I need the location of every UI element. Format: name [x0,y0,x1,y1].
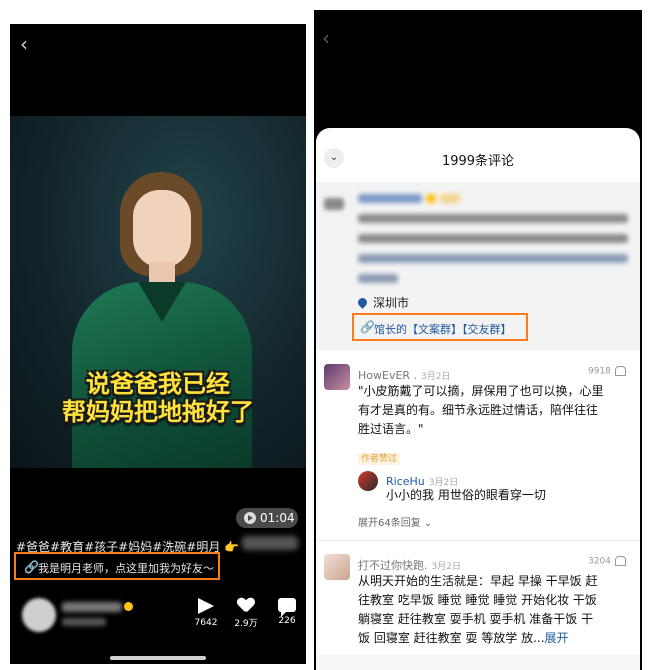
promo-link-text[interactable]: 我是明月老师，点这里加我为好友～ [38,560,214,576]
expand-replies-button[interactable]: 展开64条回复 ⌄ [358,514,432,529]
pinned-group-link[interactable]: 🔗 馆长的【文案群】【交友群】 [352,313,528,341]
author-liked-tag: 作者赞过 [358,446,401,465]
duration-text: 01:04 [260,511,295,525]
pinned-avatar-blurred[interactable] [324,198,344,210]
comment-count: 226 [278,616,296,626]
pinned-text-blurred-4 [358,274,398,283]
author-name-blurred[interactable] [62,602,122,612]
share-count: 7642 [194,618,218,628]
link-icon: 🔗 [24,560,39,574]
comment-text: "小皮筋戴了可以摘，屏保用了也可以换，心里有才是真的有。细节永远胜过情话，陪伴往… [358,384,604,436]
show-more-link[interactable]: 展开 [545,631,569,645]
comment-date: 3月2日 [431,562,461,572]
heart-outline-icon [614,366,626,376]
back-button[interactable]: ‹ [322,26,330,50]
pinned-tag-blurred [440,194,460,203]
home-indicator[interactable] [110,656,206,660]
promo-link[interactable]: 🔗 我是明月老师，点这里加我为好友～ [14,552,220,580]
comments-panel: ⌄ 1999条评论 深圳市 🔗 馆长的【文案群】【交友群】 HowEvER . 3… [316,128,640,670]
author-avatar[interactable] [22,598,56,632]
author-liked-text: 作者赞过 [358,453,401,465]
comment-date: 3月2日 [421,372,451,382]
comments-screen: ‹ ⌄ 1999条评论 深圳市 🔗 馆长的【文案群】【交友群】 HowEvER … [314,10,642,670]
chevron-down-icon: ⌄ [423,518,433,529]
comment-text: 从明天开始的生活就是：早起 早操 干早饭 赶往教室 吃早饭 睡觉 睡觉 睡觉 开… [358,572,604,648]
blurred-mention [242,536,298,550]
location-tag[interactable]: 深圳市 [356,294,410,311]
share-button[interactable]: 7642 [186,598,226,628]
verified-badge-icon [124,602,133,611]
comment-avatar[interactable] [324,554,350,580]
link-icon: 🔗 [360,320,375,334]
location-text: 深圳市 [373,296,410,310]
presenter-face [133,190,191,268]
heart-icon [238,598,254,612]
comment-button[interactable]: 226 [267,598,306,626]
pinned-link-text[interactable]: 馆长的【文案群】【交友群】 [374,321,512,337]
next-comment-preview [316,655,640,670]
like-count: 2.9万 [234,619,258,629]
like-button[interactable]: 2.9万 [226,598,266,629]
pinned-username-blurred[interactable] [358,194,422,203]
pointing-hand-emoji: 👉 [224,540,240,554]
video-caption-line2: 帮妈妈把地拖好了 [62,398,254,426]
comment-avatar[interactable] [324,364,350,390]
reply-text: 小小的我 用世俗的眼看穿一切 [386,488,546,502]
pinned-text-blurred-3 [358,254,628,263]
comment-like-button[interactable]: 9918 [588,366,626,377]
comment-like-count: 3204 [588,556,611,567]
comment-username[interactable]: 打不过你快跑. [358,559,428,572]
share-icon [198,598,214,614]
video-frame[interactable]: 说爸爸我已经 帮妈妈把地拖好了 [10,116,306,468]
comment-username[interactable]: HowEvER . [358,369,417,382]
duration-badge: 01:04 [236,508,298,528]
expand-replies-text: 展开64条回复 [358,518,421,529]
pinned-text-blurred-1 [358,214,628,223]
comment-header: HowEvER . 3月2日 [358,364,451,383]
author-subtitle-blurred [62,618,106,626]
comment-icon [278,598,296,617]
pinned-badge-blurred [426,194,436,203]
comment-like-button[interactable]: 3204 [588,556,626,567]
comment-like-count: 9918 [588,366,611,377]
comment-header: 打不过你快跑. 3月2日 [358,554,461,573]
comments-title: 1999条评论 [441,154,515,169]
pinned-comment[interactable]: 深圳市 🔗 馆长的【文案群】【交友群】 [316,182,640,350]
heart-outline-icon [614,556,626,566]
play-icon [244,512,256,524]
reply-avatar[interactable] [358,471,378,491]
pinned-text-blurred-2 [358,234,628,243]
comment-divider [316,540,640,541]
back-button[interactable]: ‹ [20,32,28,56]
location-pin-icon [356,296,369,309]
video-player-screen: ‹ 说爸爸我已经 帮妈妈把地拖好了 01:04 #爸爸#教育#孩子#妈妈#洗碗#… [10,24,306,664]
